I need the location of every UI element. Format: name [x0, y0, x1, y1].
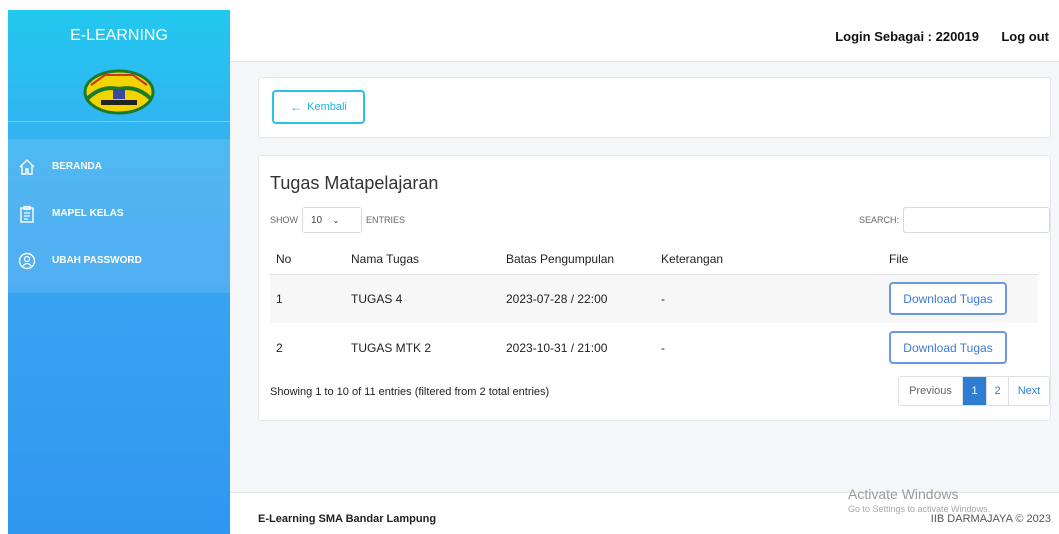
col-header[interactable]: File: [883, 244, 1038, 275]
clipboard-icon: [18, 205, 36, 223]
menu-divider: [8, 285, 230, 293]
entries-control: SHOW 10 ⌄ ENTRIES: [270, 207, 405, 233]
activate-windows-subtext: Go to Settings to activate Windows.: [848, 504, 991, 514]
pagination-page-2[interactable]: 2: [987, 377, 1009, 405]
sidebar: E-LEARNING BERANDA MAPEL KELAS UBAH PASS…: [8, 10, 230, 534]
col-header[interactable]: Keterangan: [655, 244, 883, 275]
search-control: SEARCH:: [859, 207, 1050, 233]
logout-link[interactable]: Log out: [1001, 29, 1049, 44]
entries-label: ENTRIES: [366, 215, 406, 225]
activate-windows-watermark: Activate Windows: [848, 486, 959, 502]
cell-batas: 2023-07-28 / 22:00: [500, 274, 655, 323]
cell-file: Download Tugas: [883, 323, 1038, 372]
footer-copyright: IIB DARMAJAYA © 2023: [930, 513, 1051, 525]
pagination-next[interactable]: Next: [1009, 377, 1049, 405]
col-header[interactable]: Batas Pengumpulan: [500, 244, 655, 275]
footer-title: E-Learning SMA Bandar Lampung: [258, 513, 437, 525]
main-content: ← Kembali Tugas Matapelajaran SHOW 10 ⌄ …: [230, 62, 1059, 492]
login-as-label: Login Sebagai : 220019: [835, 29, 979, 44]
search-input[interactable]: [903, 207, 1050, 233]
tasks-card: Tugas Matapelajaran SHOW 10 ⌄ ENTRIES SE…: [258, 155, 1051, 421]
user-circle-icon: [18, 252, 36, 270]
search-label: SEARCH:: [858, 215, 899, 225]
pagination-page-1[interactable]: 1: [963, 377, 987, 405]
table-row: 2 TUGAS MTK 2 2023-10-31 / 21:00 - Downl…: [270, 323, 1038, 372]
home-icon: [18, 158, 36, 176]
cell-no: 1: [270, 274, 345, 323]
download-tugas-button[interactable]: Download Tugas: [889, 282, 1007, 316]
col-header[interactable]: No: [270, 244, 345, 275]
cell-file: Download Tugas: [883, 274, 1038, 323]
brand-title: E-LEARNING: [70, 27, 168, 44]
col-header[interactable]: Nama Tugas: [345, 244, 500, 275]
table-info: Showing 1 to 10 of 11 entries (filtered …: [270, 386, 550, 398]
topbar: Login Sebagai : 220019 Log out: [230, 10, 1059, 62]
cell-no: 2: [276, 340, 283, 355]
sidebar-item-label: MAPEL KELAS: [52, 208, 124, 219]
chevron-down-icon: ⌄: [332, 214, 340, 225]
back-button-label: Kembali: [307, 101, 347, 113]
cell-nama-tugas: TUGAS 4: [345, 274, 500, 323]
back-card: ← Kembali: [258, 77, 1051, 138]
sidebar-item-label: UBAH PASSWORD: [52, 255, 142, 266]
cell-keterangan: -: [661, 340, 665, 355]
arrow-left-icon: ←: [290, 100, 303, 114]
table-header-row: No Nama Tugas Batas Pengumpulan Keterang…: [270, 244, 1038, 275]
tasks-table: No Nama Tugas Batas Pengumpulan Keterang…: [270, 244, 1038, 372]
back-button[interactable]: ← Kembali: [272, 90, 365, 124]
entries-value: 10: [311, 214, 323, 226]
logo-area: [8, 62, 230, 122]
entries-select[interactable]: 10 ⌄: [302, 207, 362, 233]
table-row: 1 TUGAS 4 2023-07-28 / 22:00 - Download …: [270, 274, 1038, 323]
cell-keterangan: -: [655, 274, 883, 323]
school-logo: [83, 69, 155, 114]
sidebar-item-beranda[interactable]: BERANDA: [8, 143, 230, 190]
sidebar-item-label: BERANDA: [52, 161, 102, 172]
sidebar-item-ubah-password[interactable]: UBAH PASSWORD: [8, 237, 230, 284]
show-label: SHOW: [270, 215, 298, 225]
sidebar-item-mapel-kelas[interactable]: MAPEL KELAS: [8, 190, 230, 237]
cell-batas: 2023-10-31 / 21:00: [506, 340, 608, 355]
pagination-previous[interactable]: Previous: [899, 377, 963, 405]
page-title: Tugas Matapelajaran: [270, 173, 439, 193]
sidebar-menu: BERANDA MAPEL KELAS UBAH PASSWORD: [8, 139, 230, 285]
cell-nama-tugas: TUGAS MTK 2: [351, 340, 432, 355]
download-tugas-button[interactable]: Download Tugas: [889, 331, 1007, 364]
pagination: Previous 1 2 Next: [898, 376, 1050, 406]
